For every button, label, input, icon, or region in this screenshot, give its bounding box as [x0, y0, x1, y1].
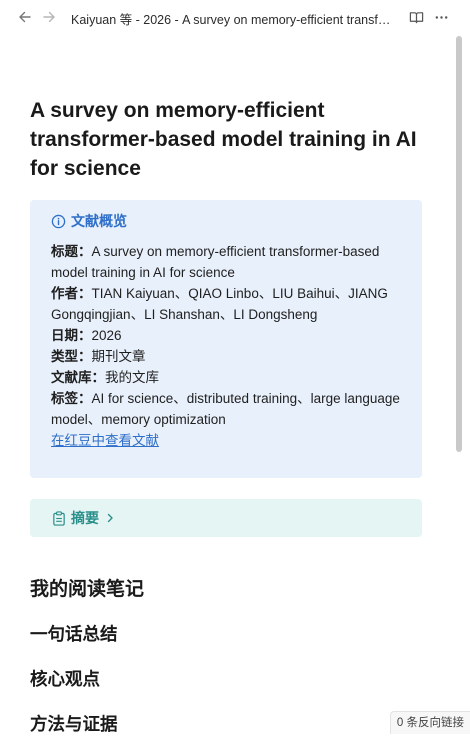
- meta-type-value: 期刊文章: [91, 349, 146, 364]
- abstract-callout[interactable]: 摘要: [30, 499, 422, 537]
- meta-title-label: 标题：: [51, 244, 92, 259]
- abstract-label: 摘要: [71, 510, 99, 526]
- meta-authors-row: 作者：TIAN Kaiyuan、QIAO Linbo、LIU Baihui、JI…: [51, 283, 408, 325]
- more-options-icon: [435, 15, 447, 19]
- meta-library-label: 文献库：: [51, 370, 105, 385]
- meta-title-row: 标题：A survey on memory-efficient transfor…: [51, 241, 408, 283]
- meta-type-label: 类型：: [51, 349, 92, 364]
- overview-callout: 文献概览 标题：A survey on memory-efficient tra…: [30, 200, 422, 478]
- view-in-library-link[interactable]: 在红豆中查看文献: [51, 433, 159, 448]
- meta-date-label: 日期：: [51, 328, 92, 343]
- overview-meta: 标题：A survey on memory-efficient transfor…: [51, 241, 408, 451]
- meta-tags-row: 标签：AI for science、distributed training、l…: [51, 388, 408, 430]
- overview-heading: 文献概览: [71, 213, 127, 229]
- reading-view-button[interactable]: [406, 7, 426, 27]
- arrow-left-icon: [19, 11, 31, 23]
- overview-header[interactable]: 文献概览: [51, 210, 408, 232]
- tab-title[interactable]: Kaiyuan 等 - 2026 - A survey on memory-ef…: [71, 9, 396, 28]
- meta-library-value: 我的文库: [105, 370, 159, 385]
- back-button[interactable]: [16, 8, 34, 26]
- meta-tags-label: 标签：: [51, 391, 92, 406]
- meta-authors-label: 作者：: [51, 286, 92, 301]
- more-options-button[interactable]: [431, 7, 451, 27]
- clipboard-icon: [53, 510, 65, 526]
- backlinks-status[interactable]: 0 条反向链接: [389, 711, 470, 734]
- chevron-right-icon: [105, 513, 115, 523]
- meta-tags-value: AI for science、distributed training、larg…: [51, 391, 400, 427]
- heading-methods: 方法与证据: [30, 714, 118, 734]
- meta-date-row: 日期：2026: [51, 325, 408, 346]
- meta-type-row: 类型：期刊文章: [51, 346, 408, 367]
- heading-core-points: 核心观点: [30, 669, 100, 689]
- book-open-icon: [409, 11, 423, 23]
- meta-authors-value: TIAN Kaiyuan、QIAO Linbo、LIU Baihui、JIANG…: [51, 286, 388, 322]
- meta-date-value: 2026: [91, 328, 122, 343]
- arrow-right-icon: [43, 11, 55, 23]
- tab-header: Kaiyuan 等 - 2026 - A survey on memory-ef…: [0, 0, 470, 34]
- meta-library-row: 文献库：我的文库: [51, 367, 408, 388]
- page-title: A survey on memory-efficient transformer…: [30, 99, 417, 180]
- forward-button[interactable]: [40, 8, 58, 26]
- meta-title-value: A survey on memory-efficient transformer…: [51, 244, 380, 280]
- heading-one-sentence: 一句话总结: [30, 624, 118, 644]
- heading-reading-notes: 我的阅读笔记: [30, 579, 145, 600]
- scrollbar[interactable]: [456, 36, 462, 452]
- info-circle-icon: [51, 214, 66, 228]
